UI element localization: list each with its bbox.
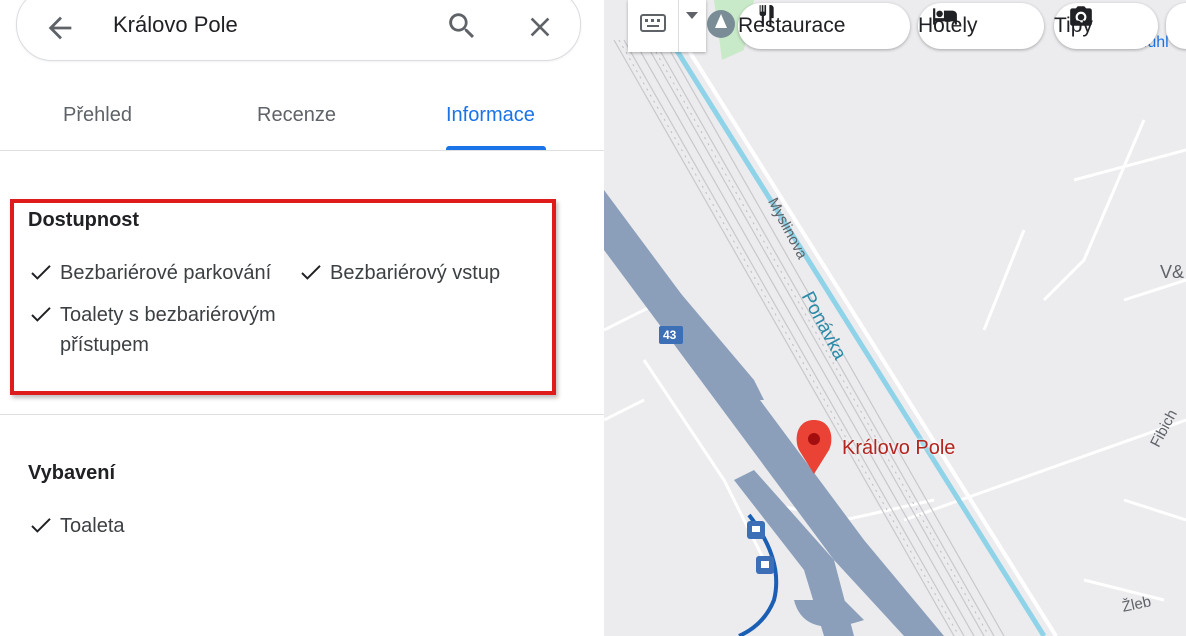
search-icon[interactable] [445,9,479,43]
map-canvas[interactable]: 43 Myslinova Ponávka Fibich Žleb V& Lada… [604,0,1186,636]
road-shield-label: 43 [663,328,677,342]
keyboard-icon [640,14,666,32]
active-tab-indicator [446,146,546,150]
chip-restaurants[interactable]: Restaurace [738,3,910,49]
fork-knife-icon [759,4,774,27]
chip-hotels[interactable]: Hotely [918,3,1044,49]
feature-item: Toaleta [30,511,125,541]
search-input[interactable]: Královo Pole [113,11,238,39]
section-divider [0,414,604,415]
tab-info[interactable]: Informace [446,104,535,127]
tab-reviews[interactable]: Recenze [257,104,336,127]
chip-tips[interactable]: Tipy [1054,3,1158,49]
keyboard-toggle[interactable] [628,0,706,52]
place-label[interactable]: Královo Pole [842,437,955,460]
map-graphics [604,0,1186,636]
poi-label: V& [1160,262,1185,282]
close-icon[interactable] [524,11,556,43]
chevron-down-icon[interactable] [686,12,698,20]
amenities-heading: Vybavení [28,462,116,484]
camera-icon [1070,6,1092,26]
bed-icon [933,8,957,25]
back-arrow-icon[interactable] [43,11,77,45]
tab-bar: Přehled Recenze Informace [0,90,604,151]
tab-overview[interactable]: Přehled [63,104,132,127]
search-box[interactable]: Královo Pole [16,0,581,61]
place-panel: Královo Pole Přehled Recenze Informace D… [0,0,604,636]
highlight-annotation [10,199,556,395]
check-icon [31,518,51,533]
